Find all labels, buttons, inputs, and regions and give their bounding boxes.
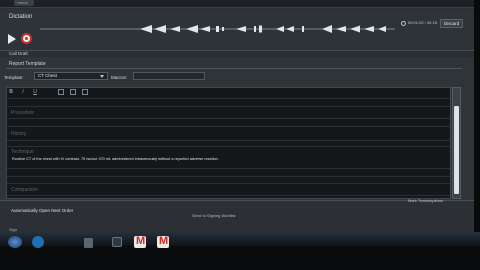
dictation-timecode: 00:01:02 / 00:16 (408, 20, 437, 25)
record-button[interactable] (21, 33, 32, 44)
editor-row-divider (7, 140, 450, 141)
call-draft-label: Call Draft (9, 51, 28, 56)
playhead-indicator-icon[interactable] (401, 21, 406, 26)
media-icon[interactable] (112, 237, 122, 247)
editor-row-divider (7, 168, 450, 169)
monitor-bezel-right (474, 0, 480, 270)
bold-icon[interactable]: B (8, 89, 14, 95)
gmail-icon[interactable] (157, 235, 169, 248)
section-heading-technique: Technique (11, 149, 34, 155)
italic-icon[interactable]: I (20, 89, 26, 95)
gmail-icon[interactable] (134, 235, 146, 248)
editor-scrollbar[interactable] (452, 87, 461, 199)
taskbar-icons (0, 233, 480, 253)
section-heading-procedure: Procedure (11, 110, 35, 116)
tab-home-label: Home (17, 0, 28, 5)
editor-row-divider (7, 176, 450, 177)
editor-row-divider (7, 106, 450, 107)
dictation-app-window: Home Dictation Call Draft 00:01:02 / 00:… (0, 0, 474, 232)
report-editor[interactable]: Procedure History Technique Routine CT o… (6, 87, 451, 199)
scrollbar-thumb[interactable] (454, 106, 459, 194)
editor-row-divider (7, 98, 450, 99)
report-template-panel: Report Template Template: CT Chest Macro… (0, 57, 474, 222)
editor-row-divider (7, 118, 450, 119)
technique-text: Routine CT of the chest with IV contrast… (12, 157, 219, 161)
discard-button[interactable]: Discard (440, 19, 464, 28)
mark-transcriptions-button[interactable]: Mark Transcriptions (408, 198, 443, 203)
send-to-signing-button[interactable]: Send to Signing Worklist (192, 213, 236, 218)
template-select-value: CT Chest (38, 73, 57, 78)
start-orb-icon[interactable] (8, 236, 22, 248)
editor-row-divider (7, 183, 450, 184)
editor-row-divider (7, 195, 450, 196)
table-icon[interactable] (58, 89, 64, 95)
section-heading-comparison: Comparison (11, 187, 38, 193)
template-label: Template: (4, 75, 24, 80)
footer-bar: Automatically Open Next Order Send to Si… (0, 200, 474, 232)
editor-row-divider (7, 146, 450, 147)
app-icon[interactable] (84, 238, 93, 248)
auto-open-next-order-option[interactable]: Automatically Open Next Order (11, 208, 73, 213)
macros-input[interactable] (133, 72, 205, 80)
list-icon[interactable] (82, 89, 88, 95)
audio-waveform[interactable] (40, 24, 395, 34)
image-icon[interactable] (70, 89, 76, 95)
window-topbar: Home (0, 0, 474, 8)
browser-icon[interactable] (32, 236, 44, 248)
template-select[interactable]: CT Chest (34, 72, 108, 80)
chevron-down-icon (100, 75, 104, 78)
dictation-title: Dictation (9, 14, 33, 20)
underline-icon[interactable]: U (32, 89, 38, 95)
editor-row-divider (7, 126, 450, 127)
tab-home[interactable]: Home (14, 0, 34, 6)
editor-toolbar: B I U (6, 87, 106, 95)
dictation-panel: Dictation Call Draft 00:01:02 / 00:16 Di… (0, 9, 474, 56)
section-heading-history: History (11, 131, 27, 137)
macros-label: Macros: (111, 75, 128, 80)
report-divider (6, 68, 462, 69)
report-template-heading: Report Template (9, 61, 46, 67)
play-button[interactable] (8, 34, 16, 44)
